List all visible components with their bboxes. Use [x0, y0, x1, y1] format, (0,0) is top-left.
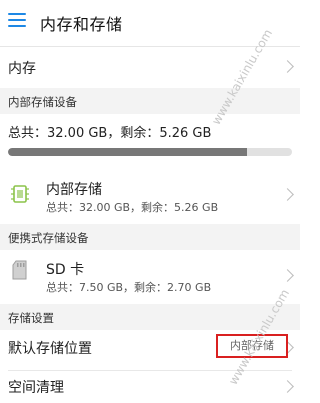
menu-icon[interactable]	[8, 12, 26, 28]
section-label: 内部存储设备	[8, 95, 77, 109]
section-label: 便携式存储设备	[8, 231, 89, 245]
section-internal-storage: 内部存储设备	[0, 88, 300, 114]
section-storage-settings: 存储设置	[0, 304, 300, 330]
sd-card-name: SD 卡	[46, 262, 85, 278]
chevron-right-icon	[281, 269, 294, 282]
chevron-right-icon	[281, 60, 294, 73]
page-title: 内存和存储	[40, 15, 123, 34]
sd-card-icon	[12, 260, 27, 280]
storage-progress-bar	[8, 148, 292, 156]
internal-storage-row[interactable]: 内部存储 总共：32.00 GB，剩余：5.26 GB	[0, 168, 300, 222]
space-cleanup-row[interactable]: 空间清理	[0, 371, 300, 403]
app-bar: 内存和存储	[0, 0, 300, 47]
chip-icon	[11, 185, 29, 203]
default-storage-location-value[interactable]: 内部存储	[216, 334, 288, 358]
storage-summary: 总共：32.00 GB，剩余：5.26 GB	[0, 114, 300, 166]
memory-row[interactable]: 内存	[0, 47, 300, 87]
memory-label: 内存	[8, 61, 36, 77]
chevron-right-icon	[281, 380, 294, 393]
section-label: 存储设置	[8, 311, 54, 325]
section-portable-storage: 便携式存储设备	[0, 224, 300, 250]
internal-storage-name: 内部存储	[46, 182, 102, 198]
sd-card-detail: 总共：7.50 GB，剩余：2.70 GB	[46, 281, 212, 294]
space-cleanup-label: 空间清理	[8, 380, 64, 396]
sd-card-row[interactable]: SD 卡 总共：7.50 GB，剩余：2.70 GB	[0, 250, 300, 302]
storage-progress-fill	[8, 148, 247, 156]
internal-storage-detail: 总共：32.00 GB，剩余：5.26 GB	[46, 201, 219, 214]
storage-summary-text: 总共：32.00 GB，剩余：5.26 GB	[8, 126, 212, 141]
chevron-right-icon	[281, 188, 294, 201]
default-storage-location-label: 默认存储位置	[8, 341, 92, 357]
